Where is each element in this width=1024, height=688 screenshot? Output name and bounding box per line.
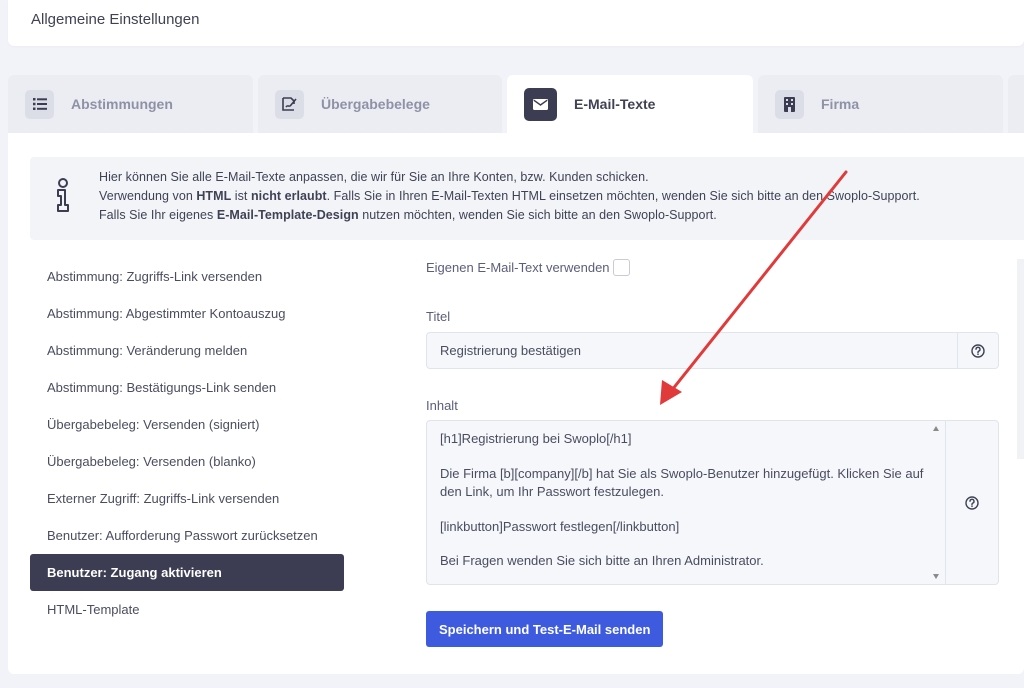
building-icon	[775, 89, 804, 119]
notice-line-3: Falls Sie Ihr eigenes E-Mail-Template-De…	[99, 208, 717, 222]
notice-line-2: Verwendung von HTML ist nicht erlaubt. F…	[99, 189, 920, 203]
content-field: [h1]Registrierung bei Swoplo[/h1] Die Fi…	[426, 420, 999, 585]
content-label: Inhalt	[426, 398, 458, 413]
content-paragraph: Die Firma [b][company][/b] hat Sie als S…	[440, 465, 924, 500]
tab-abstimmungen[interactable]: Abstimmungen	[8, 75, 253, 133]
menu-item-versenden-blanko[interactable]: Übergabebeleg: Versenden (blanko)	[30, 443, 344, 480]
page-title: Allgemeine Einstellungen	[31, 11, 200, 28]
info-icon	[53, 178, 73, 214]
menu-item-externer-zugriff[interactable]: Externer Zugriff: Zugriffs-Link versende…	[30, 480, 344, 517]
info-notice: Hier können Sie alle E-Mail-Texte anpass…	[30, 157, 1024, 240]
menu-item-zugang-aktivieren[interactable]: Benutzer: Zugang aktivieren	[30, 554, 344, 591]
own-text-checkbox[interactable]	[612, 259, 630, 276]
notice-line-1: Hier können Sie alle E-Mail-Texte anpass…	[99, 170, 649, 184]
tab-overflow[interactable]	[1008, 75, 1024, 133]
title-field[interactable]: Registrierung bestätigen	[426, 332, 999, 369]
side-panel-edge	[1017, 259, 1024, 459]
tab-email-texte[interactable]: E-Mail-Texte	[507, 75, 753, 133]
tab-uebergabebelege[interactable]: Übergabebelege	[258, 75, 502, 133]
notice-text: Hier können Sie alle E-Mail-Texte anpass…	[99, 168, 920, 225]
envelope-icon	[524, 87, 557, 121]
tab-label: Firma	[821, 96, 860, 112]
tab-label: E-Mail-Texte	[574, 96, 656, 112]
menu-item-passwort-zuruecksetzen[interactable]: Benutzer: Aufforderung Passwort zurückse…	[30, 517, 344, 554]
content-scrollbar[interactable]	[929, 421, 945, 584]
menu-item-veraenderung[interactable]: Abstimmung: Veränderung melden	[30, 332, 344, 369]
content-paragraph: [h1]Registrierung bei Swoplo[/h1]	[440, 431, 632, 446]
title-value: Registrierung bestätigen	[440, 343, 581, 358]
title-label: Titel	[426, 309, 451, 324]
title-help-icon[interactable]	[957, 333, 998, 368]
list-icon	[25, 89, 54, 119]
tab-label: Abstimmungen	[71, 96, 173, 112]
menu-item-zugriffs-link[interactable]: Abstimmung: Zugriffs-Link versenden	[30, 258, 344, 295]
menu-item-versenden-signiert[interactable]: Übergabebeleg: Versenden (signiert)	[30, 406, 344, 443]
tab-label: Übergabebelege	[321, 96, 430, 112]
content-help-icon[interactable]	[946, 421, 998, 584]
content-paragraph: [linkbutton]Passwort festlegen[/linkbutt…	[440, 518, 680, 534]
menu-item-kontoauszug[interactable]: Abstimmung: Abgestimmter Kontoauszug	[30, 295, 344, 332]
tab-bar: Abstimmungen Übergabebelege E-Mail-Texte…	[8, 75, 1024, 133]
own-text-row: Eigenen E-Mail-Text verwenden	[426, 259, 630, 276]
content-paragraph: Bei Fragen wenden Sie sich bitte an Ihre…	[440, 553, 764, 568]
menu-item-bestaetigungs-link[interactable]: Abstimmung: Bestätigungs-Link senden	[30, 369, 344, 406]
scroll-up-icon[interactable]	[933, 426, 939, 431]
content-textarea[interactable]: [h1]Registrierung bei Swoplo[/h1] Die Fi…	[427, 421, 946, 584]
save-and-send-test-button[interactable]: Speichern und Test-E-Mail senden	[426, 611, 664, 647]
scroll-down-icon[interactable]	[933, 574, 939, 579]
own-text-label: Eigenen E-Mail-Text verwenden	[426, 260, 610, 275]
tab-firma[interactable]: Firma	[758, 75, 1003, 133]
email-template-menu: Abstimmung: Zugriffs-Link versenden Abst…	[30, 258, 344, 628]
signature-icon	[275, 89, 304, 119]
menu-item-html-template[interactable]: HTML-Template	[30, 591, 344, 628]
page-header: Allgemeine Einstellungen	[8, 0, 1024, 46]
email-texts-panel: Hier können Sie alle E-Mail-Texte anpass…	[8, 133, 1024, 674]
